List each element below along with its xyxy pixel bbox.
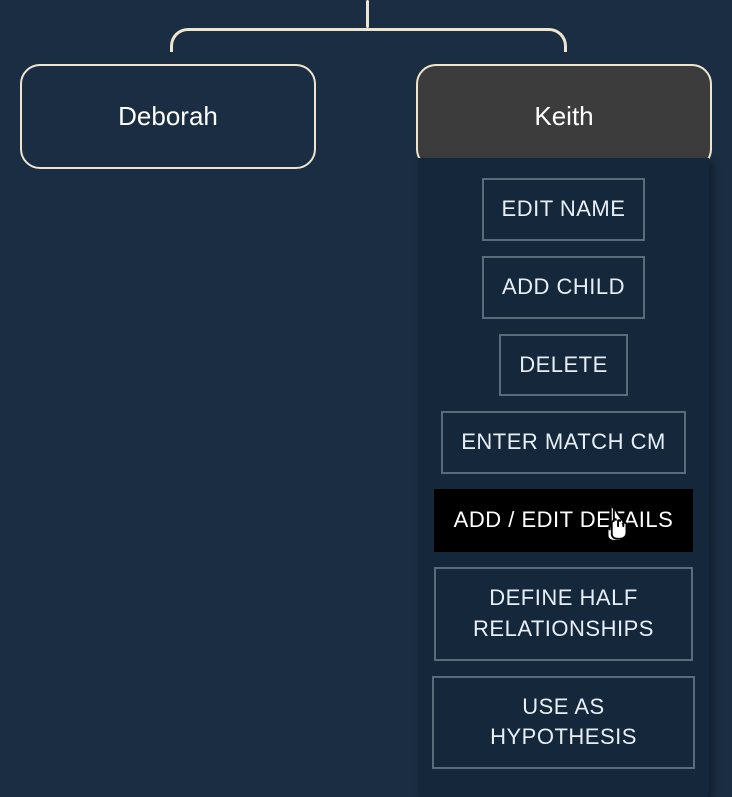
node-label: Deborah	[118, 101, 218, 132]
edit-name-button[interactable]: EDIT NAME	[482, 178, 646, 241]
delete-button[interactable]: DELETE	[499, 334, 628, 397]
tree-connector-horizontal	[170, 28, 567, 52]
define-half-relationships-button[interactable]: DEFINE HALF RELATIONSHIPS	[434, 567, 693, 661]
add-child-button[interactable]: ADD CHILD	[482, 256, 645, 319]
node-label: Keith	[534, 101, 593, 132]
use-as-hypothesis-button[interactable]: USE AS HYPOTHESIS	[432, 676, 695, 770]
tree-node-keith[interactable]: Keith	[416, 64, 712, 169]
tree-connector-top	[366, 0, 369, 28]
add-edit-details-button[interactable]: ADD / EDIT DETAILS	[434, 489, 694, 552]
enter-match-cm-button[interactable]: ENTER MATCH CM	[441, 411, 686, 474]
node-context-menu: EDIT NAME ADD CHILD DELETE ENTER MATCH C…	[418, 158, 709, 797]
tree-node-deborah[interactable]: Deborah	[20, 64, 316, 169]
